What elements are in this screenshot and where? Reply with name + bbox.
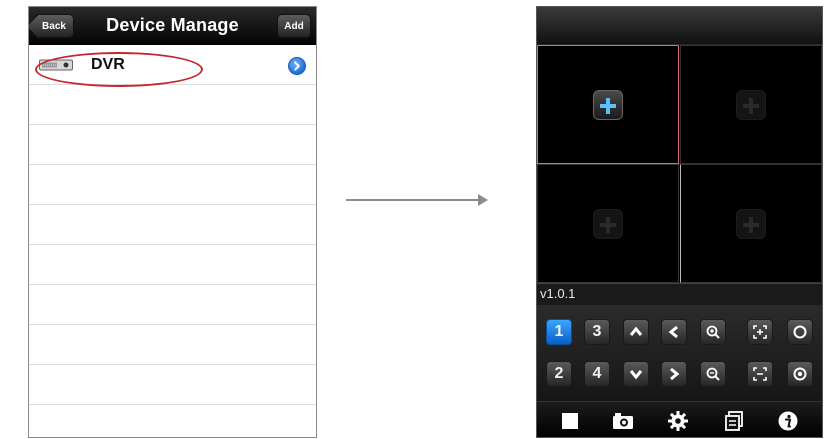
settings-icon[interactable]: [667, 410, 689, 432]
video-cell-3[interactable]: [537, 164, 679, 283]
back-button[interactable]: Back: [34, 14, 74, 38]
channel-label: 2: [554, 365, 564, 382]
channel-3-button[interactable]: 3: [584, 319, 610, 345]
list-item: [29, 365, 316, 405]
bottom-toolbar: [537, 401, 822, 437]
arrow-right-icon[interactable]: [661, 361, 687, 387]
video-cell-2[interactable]: [680, 45, 822, 164]
video-cell-4[interactable]: [680, 164, 822, 283]
list-item: [29, 165, 316, 205]
focus-in-icon[interactable]: [747, 319, 773, 345]
list-item: [29, 85, 316, 125]
blue-disclosure-icon[interactable]: [288, 57, 306, 75]
focus-out-icon[interactable]: [747, 361, 773, 387]
back-button-label: Back: [42, 20, 66, 32]
top-bar: [537, 7, 822, 45]
selection-highlight-oval: [35, 52, 203, 87]
device-row-dvr[interactable]: DVR: [29, 45, 316, 87]
channel-1-button[interactable]: 1: [546, 319, 572, 345]
live-view-screen: v1.0.1 1 3 2 4: [536, 6, 823, 438]
ptz-control-panel: 1 3 2 4: [537, 305, 822, 401]
channel-label: 3: [592, 323, 602, 340]
add-channel-icon[interactable]: [736, 89, 766, 120]
video-cell-1[interactable]: [537, 45, 679, 164]
arrow-up-icon[interactable]: [623, 319, 649, 345]
list-item: [29, 245, 316, 285]
iris-open-icon[interactable]: [787, 319, 813, 345]
transition-arrow-line: [346, 199, 478, 201]
add-channel-icon[interactable]: [593, 208, 623, 239]
version-label: v1.0.1: [537, 283, 822, 305]
zoom-out-icon[interactable]: [700, 361, 726, 387]
device-manage-screen: Back Device Manage Add DVR: [28, 6, 317, 438]
list-item: [29, 125, 316, 165]
add-channel-icon[interactable]: [593, 89, 623, 120]
list-item: [29, 205, 316, 245]
channel-label: 4: [592, 365, 602, 382]
list-item: [29, 405, 316, 437]
add-button-label: Add: [284, 20, 304, 32]
gallery-icon[interactable]: [723, 410, 745, 432]
arrow-down-icon[interactable]: [623, 361, 649, 387]
snapshot-icon[interactable]: [612, 410, 634, 432]
stop-icon[interactable]: [559, 410, 581, 432]
iris-close-icon[interactable]: [787, 361, 813, 387]
list-item: [29, 285, 316, 325]
info-icon[interactable]: [777, 410, 799, 432]
navigation-bar: Back Device Manage Add: [29, 7, 316, 45]
channel-label: 1: [554, 323, 564, 340]
channel-2-button[interactable]: 2: [546, 361, 572, 387]
add-device-button[interactable]: Add: [277, 14, 311, 38]
list-item: [29, 325, 316, 365]
device-list: DVR: [29, 45, 316, 437]
video-grid: [537, 45, 822, 283]
channel-4-button[interactable]: 4: [584, 361, 610, 387]
zoom-in-icon[interactable]: [700, 319, 726, 345]
arrow-left-icon[interactable]: [661, 319, 687, 345]
page-title: Device Manage: [106, 15, 239, 35]
transition-arrow-icon: [478, 194, 488, 206]
add-channel-icon[interactable]: [736, 208, 766, 239]
